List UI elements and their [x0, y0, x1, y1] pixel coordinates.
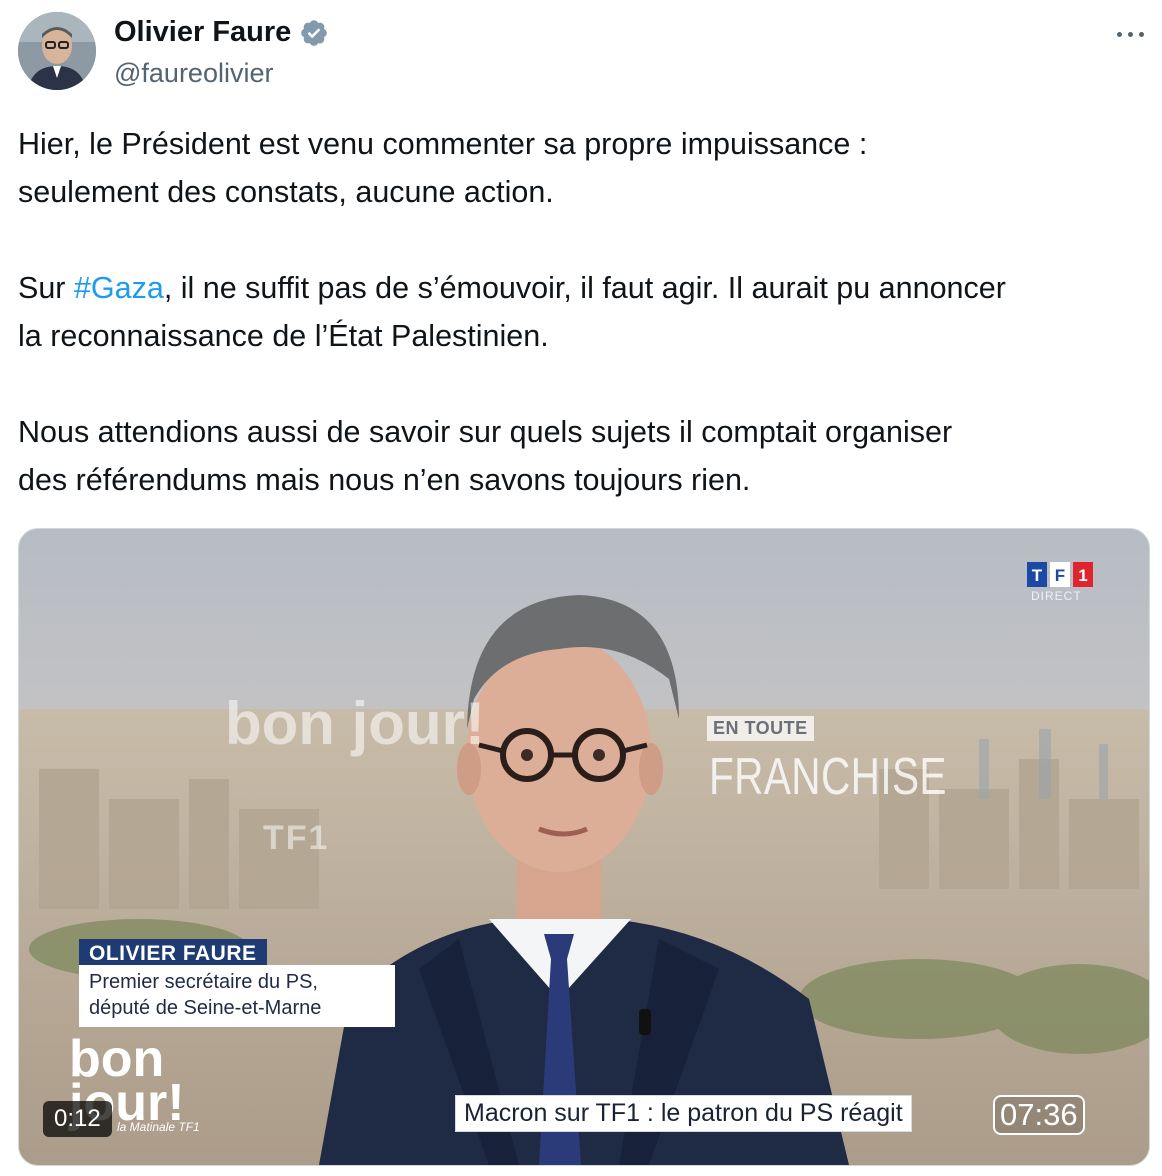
background-brand: bon jour!: [225, 690, 485, 757]
news-headline: Macron sur TF1 : le patron du PS réagit: [455, 1095, 912, 1132]
tweet-header: Olivier Faure @faureolivier: [18, 12, 1148, 92]
display-name[interactable]: Olivier Faure: [114, 16, 291, 49]
video-player[interactable]: T F 1 DIRECT bon jour! TF1 EN TOUTE FRAN…: [18, 528, 1150, 1166]
avatar-image: [18, 12, 96, 90]
tweet-line: Hier, le Président est venu commenter sa…: [18, 127, 868, 161]
svg-text:F: F: [1055, 566, 1065, 585]
show-tag: EN TOUTE: [707, 716, 814, 741]
tweet-text-segment: , il ne suffit pas de s’émouvoir, il fau…: [163, 271, 1006, 305]
tweet-text: Hier, le Président est venu commenter sa…: [18, 120, 1148, 504]
live-indicator: DIRECT: [1031, 589, 1082, 603]
verified-badge-icon: [301, 19, 328, 46]
tweet-line: la reconnaissance de l’État Palestinien.: [18, 319, 549, 353]
tf1-logo: T F 1: [1027, 562, 1093, 587]
hashtag-link[interactable]: #Gaza: [74, 271, 164, 305]
svg-text:T: T: [1032, 566, 1043, 585]
tweet-line: seulement des constats, aucune action.: [18, 175, 554, 209]
user-handle[interactable]: @faureolivier: [114, 58, 273, 89]
show-logo-sub: la Matinale TF1: [117, 1120, 200, 1134]
svg-text:1: 1: [1078, 566, 1087, 585]
tweet-line: Nous attendions aussi de savoir sur quel…: [18, 415, 953, 449]
name-row: Olivier Faure: [114, 16, 329, 49]
video-timestamp: 0:12: [43, 1101, 112, 1137]
on-air-clock: 07:36: [993, 1095, 1085, 1135]
video-frame: [19, 529, 1149, 1165]
lower-third-role-line: Premier secrétaire du PS,: [89, 971, 318, 993]
avatar[interactable]: [18, 12, 96, 90]
background-brand-sub: TF1: [263, 819, 330, 857]
lower-third-role-line: député de Seine-et-Marne: [89, 997, 322, 1019]
show-name: FRANCHISE: [709, 748, 947, 806]
more-horizontal-icon[interactable]: [1114, 22, 1148, 46]
lower-third-role: Premier secrétaire du PS, député de Sein…: [79, 965, 395, 1027]
tweet-line: Sur #Gaza, il ne suffit pas de s’émouvoi…: [18, 264, 1148, 312]
tweet-line: des référendums mais nous n’en savons to…: [18, 463, 751, 497]
tweet-text-segment: Sur: [18, 271, 74, 305]
